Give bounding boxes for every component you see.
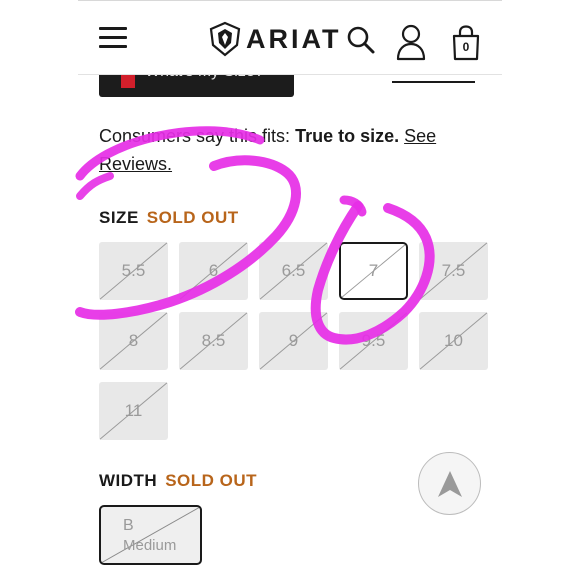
- size-title-label: SIZE: [99, 208, 139, 227]
- cart-icon[interactable]: 0: [450, 25, 482, 61]
- size-option-9[interactable]: 9: [259, 312, 328, 370]
- width-option-code: B: [123, 517, 134, 534]
- size-option-label: 8: [128, 331, 139, 350]
- width-status-badge: SOLD OUT: [165, 471, 258, 490]
- size-option-5-5[interactable]: 5.5: [99, 242, 168, 300]
- account-icon[interactable]: [396, 23, 426, 61]
- size-section-title: SIZE SOLD OUT: [99, 208, 239, 228]
- size-option-label: 6.5: [281, 261, 306, 280]
- size-option-6-5[interactable]: 6.5: [259, 242, 328, 300]
- size-option-label: 8.5: [201, 331, 226, 350]
- size-option-6[interactable]: 6: [179, 242, 248, 300]
- fit-note: Consumers say this fits: True to size. S…: [99, 122, 459, 178]
- search-icon[interactable]: [346, 25, 376, 55]
- size-option-label: 9: [288, 331, 299, 350]
- width-option-name: Medium: [123, 537, 177, 554]
- width-option-medium[interactable]: B Medium: [99, 505, 202, 565]
- width-section-title: WIDTH SOLD OUT: [99, 471, 257, 491]
- size-option-label: 6: [208, 261, 219, 280]
- size-option-label: 10: [444, 331, 463, 350]
- size-option-7-5[interactable]: 7.5: [419, 242, 488, 300]
- size-option-label: 5.5: [121, 261, 146, 280]
- size-option-label: 7: [368, 261, 379, 280]
- arrow-up-icon: [438, 471, 462, 497]
- size-option-9-5[interactable]: 9.5: [339, 312, 408, 370]
- size-option-8[interactable]: 8: [99, 312, 168, 370]
- fit-value: True to size.: [295, 126, 400, 146]
- scroll-to-top-button[interactable]: [418, 452, 481, 515]
- size-option-10[interactable]: 10: [419, 312, 488, 370]
- size-option-label: 11: [124, 401, 143, 420]
- size-option-label: 7.5: [441, 261, 466, 280]
- unavailable-slash-icon: [101, 507, 200, 563]
- brand-wordmark: ARIAT: [246, 23, 342, 54]
- size-option-11[interactable]: 11: [99, 382, 168, 440]
- ariat-emblem-icon: [209, 21, 241, 57]
- brand-logo[interactable]: ARIAT: [208, 21, 342, 57]
- size-status-badge: SOLD OUT: [146, 208, 239, 227]
- menu-icon[interactable]: [99, 27, 127, 49]
- fit-note-prefix: Consumers say this fits:: [99, 126, 296, 146]
- cart-count-badge: 0: [462, 40, 470, 54]
- size-option-8-5[interactable]: 8.5: [179, 312, 248, 370]
- width-title-label: WIDTH: [99, 471, 158, 490]
- size-option-7[interactable]: 7: [339, 242, 408, 300]
- site-header: ARIAT 0: [78, 5, 502, 75]
- size-option-label: 9.5: [361, 331, 386, 350]
